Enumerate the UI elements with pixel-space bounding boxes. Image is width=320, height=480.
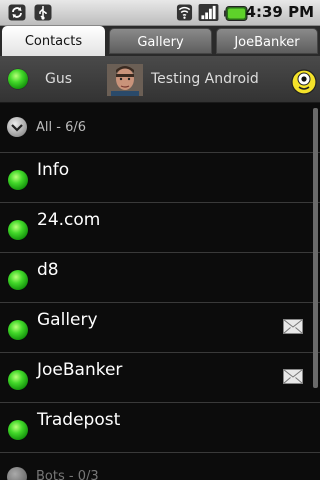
contact-name: Info (37, 160, 70, 180)
profile-name: Gus (45, 71, 73, 87)
sync-icon (8, 4, 26, 21)
online-status-icon (8, 420, 28, 440)
contact-name: JoeBanker (37, 360, 123, 380)
status-bar: 4:39 PM (0, 0, 320, 26)
group-header-bots[interactable]: Bots - 0/3 (0, 453, 320, 480)
contact-row[interactable]: Gallery (0, 303, 320, 353)
tab-contacts[interactable]: Contacts (2, 26, 105, 56)
signal-icon (198, 4, 219, 21)
online-status-icon (8, 270, 28, 290)
avatar-photo (107, 64, 143, 96)
profile-status-message: Testing Android (151, 71, 259, 87)
envelope-icon (283, 369, 303, 384)
contact-name: Gallery (37, 310, 98, 330)
scrollbar[interactable] (313, 108, 318, 388)
contact-row[interactable]: d8 (0, 253, 320, 303)
tab-gallery[interactable]: Gallery (109, 28, 212, 54)
online-status-icon (8, 220, 28, 240)
wifi-icon (176, 4, 193, 21)
online-status-icon (8, 69, 28, 89)
mood-smiley-icon[interactable] (291, 69, 317, 95)
online-status-icon (8, 170, 28, 190)
avatar[interactable] (107, 64, 143, 96)
my-profile-row[interactable]: Gus Testing Android (0, 56, 320, 103)
tab-bar: Contacts Gallery JoeBanker (0, 26, 320, 56)
contact-row[interactable]: Info (0, 153, 320, 203)
contact-row[interactable]: Tradepost (0, 403, 320, 453)
usb-icon (34, 4, 52, 21)
tab-joebanker[interactable]: JoeBanker (216, 28, 318, 54)
chevron-down-icon (7, 117, 27, 137)
envelope-icon (283, 319, 303, 334)
online-status-icon (8, 370, 28, 390)
contact-row[interactable]: JoeBanker (0, 353, 320, 403)
clock: 4:39 PM (245, 3, 314, 21)
chevron-down-icon (7, 467, 27, 480)
group-label: Bots - 0/3 (36, 469, 99, 480)
online-status-icon (8, 320, 28, 340)
group-label: All - 6/6 (36, 120, 86, 135)
contact-row[interactable]: 24.com (0, 203, 320, 253)
contact-name: d8 (37, 260, 59, 280)
contact-name: Tradepost (37, 410, 121, 430)
group-header-all[interactable]: All - 6/6 (0, 103, 320, 151)
contact-name: 24.com (37, 210, 101, 230)
battery-icon (224, 6, 248, 21)
